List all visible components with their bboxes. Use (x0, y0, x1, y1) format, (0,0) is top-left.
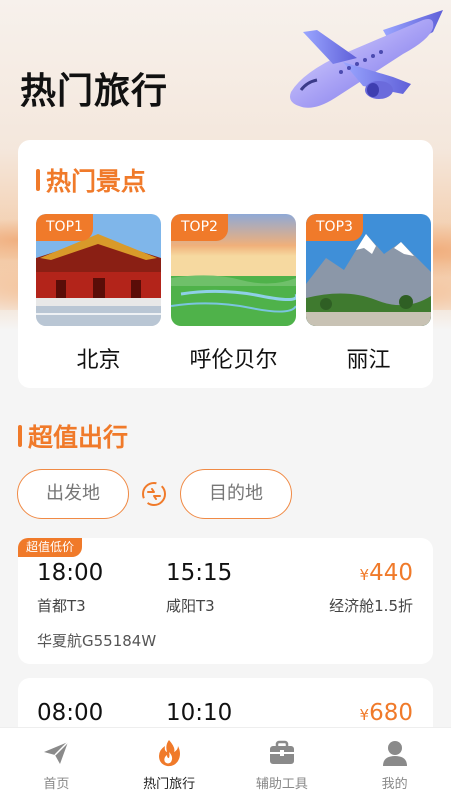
spot-name-hulunbuir: 呼伦贝尔 (189, 348, 278, 373)
departure-input[interactable]: 出发地 (17, 469, 129, 519)
destination-input[interactable]: 目的地 (180, 469, 292, 519)
tab-hot-travel[interactable]: 热门旅行 (113, 728, 226, 801)
hot-spots-title: 热门景点 (46, 167, 147, 196)
departure-time: 08:00 (37, 700, 104, 726)
cabin-discount: 经济舱1.5折 (329, 597, 413, 615)
arrival-time: 15:15 (166, 560, 233, 586)
section-accent-bar (36, 169, 40, 191)
departure-time: 18:00 (37, 560, 104, 586)
deals-title: 超值出行 (28, 423, 129, 452)
page-title: 热门旅行 (20, 71, 169, 112)
hot-spots-header: 热门景点 (36, 162, 146, 198)
deals-header: 超值出行 (18, 418, 128, 454)
tab-label: 热门旅行 (143, 777, 196, 792)
airplane-illustration (290, 10, 443, 108)
spot-card-beijing[interactable]: TOP1 北京 (36, 214, 161, 374)
price-value: 680 (369, 700, 413, 726)
arrival-time: 10:10 (166, 700, 233, 726)
flame-icon (159, 740, 181, 767)
hot-spots-card: 热门景点 TOP1 北京 TOP2 呼伦贝尔 TOP3 丽江 (18, 140, 433, 388)
rank-badge: TOP2 (171, 214, 228, 241)
departure-airport: 首都T3 (37, 597, 86, 615)
spot-card-lijiang[interactable]: TOP3 丽江 (306, 214, 431, 374)
tab-tools[interactable]: 辅助工具 (226, 728, 339, 801)
price-value: 440 (369, 560, 413, 586)
section-accent-bar (18, 425, 22, 447)
airline-flight-no: 华夏航G55184W (37, 632, 157, 650)
spot-name-lijiang: 丽江 (346, 348, 391, 373)
deal-badge: 超值低价 (18, 538, 83, 557)
tab-profile[interactable]: 我的 (338, 728, 451, 801)
swap-icon[interactable] (141, 481, 167, 507)
spot-card-hulunbuir[interactable]: TOP2 呼伦贝尔 (171, 214, 296, 374)
tab-label: 辅助工具 (255, 777, 308, 792)
price: ¥680 (360, 700, 413, 726)
tab-label: 首页 (43, 777, 70, 792)
tab-label: 我的 (381, 777, 408, 792)
rank-badge: TOP3 (306, 214, 363, 241)
paper-plane-icon (44, 741, 69, 764)
price: ¥440 (360, 560, 413, 586)
spot-image-beijing: TOP1 (36, 214, 161, 326)
spot-image-hulunbuir: TOP2 (171, 214, 296, 326)
tab-home[interactable]: 首页 (0, 728, 113, 801)
rank-badge: TOP1 (36, 214, 93, 241)
spot-image-lijiang: TOP3 (306, 214, 431, 326)
arrival-airport: 咸阳T3 (166, 597, 215, 615)
price-currency: ¥ (359, 706, 370, 724)
price-currency: ¥ (359, 566, 370, 584)
briefcase-icon (269, 740, 294, 764)
flight-card[interactable]: 超值低价 18:00 15:15 ¥440 首都T3 咸阳T3 经济舱1.5折 … (18, 538, 433, 664)
user-icon (382, 741, 407, 766)
bottom-tab-bar: 首页 热门旅行 辅助工具 我的 (0, 727, 451, 801)
spot-name-beijing: 北京 (76, 348, 121, 373)
